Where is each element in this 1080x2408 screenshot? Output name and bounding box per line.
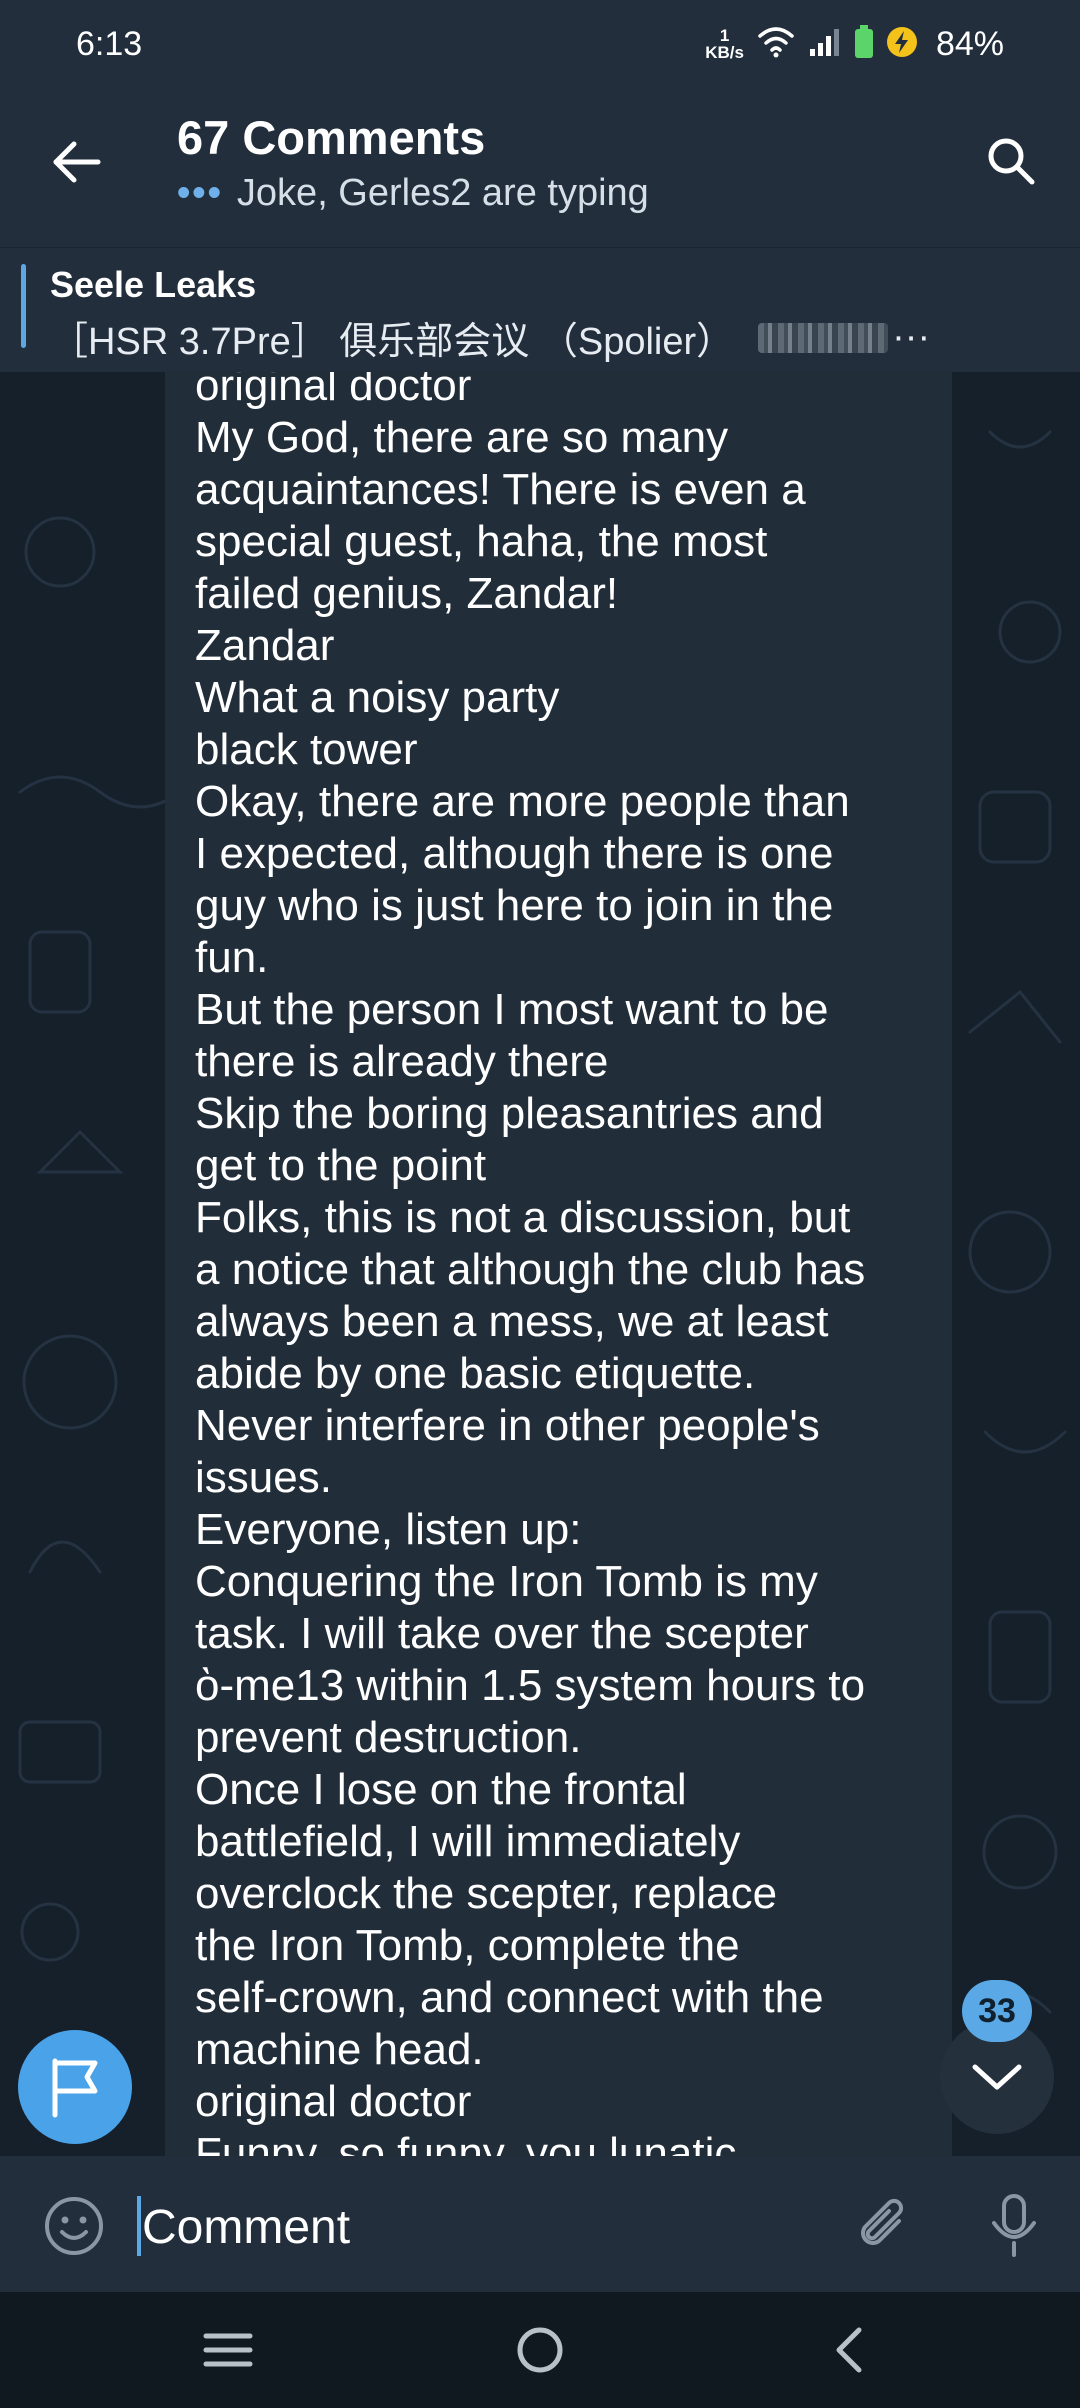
network-speed-unit: KB/s xyxy=(705,43,744,62)
network-speed: 1 KB/s xyxy=(705,27,744,61)
message-line: there is already there xyxy=(195,1037,609,1086)
message-line: special guest, haha, the most xyxy=(195,517,768,566)
message-line: the Iron Tomb, complete the xyxy=(195,1921,740,1970)
microphone-icon xyxy=(992,2194,1036,2257)
typing-dots-icon: ••• xyxy=(177,172,223,214)
message-line: Zandar xyxy=(195,621,335,670)
pinned-ellipsis: ··· xyxy=(892,316,931,358)
search-icon xyxy=(988,138,1035,185)
search-button[interactable] xyxy=(976,126,1046,196)
message-line: get to the point xyxy=(195,1141,487,1190)
comment-input[interactable] xyxy=(142,2192,802,2262)
nav-back-icon xyxy=(836,2327,862,2373)
status-indicators: 1 KB/s 84% xyxy=(705,24,1004,64)
chevron-down-icon xyxy=(972,2064,1022,2090)
battery-percent: 84% xyxy=(935,24,1004,63)
message-line: ὸ-me13 within 1.5 system hours to xyxy=(195,1661,866,1710)
spoiler-blur xyxy=(758,322,889,353)
recents-button[interactable] xyxy=(188,2320,268,2380)
pinned-preview: ［HSR 3.7Pre］ 俱乐部会议 （Spolier） ··· xyxy=(50,310,930,365)
unread-count-badge[interactable]: 33 xyxy=(962,1980,1032,2042)
message-line: battlefield, I will immediately xyxy=(195,1817,741,1866)
message-line: task. I will take over the scepter xyxy=(195,1609,809,1658)
report-flag-button[interactable] xyxy=(18,2030,132,2144)
message-line: Once I lose on the frontal xyxy=(195,1765,687,1814)
flag-icon xyxy=(52,2058,98,2118)
message-bubble[interactable]: original doctor My God, there are so many… xyxy=(165,372,952,2156)
charging-icon xyxy=(886,26,918,63)
text-cursor xyxy=(137,2196,141,2256)
wifi-icon xyxy=(756,26,796,63)
attach-icon xyxy=(861,2198,904,2245)
message-line: Conquering the Iron Tomb is my xyxy=(195,1557,818,1606)
typing-text: Joke, Gerles2 are typing xyxy=(236,172,649,214)
attach-button[interactable] xyxy=(848,2190,920,2262)
home-button[interactable] xyxy=(500,2320,580,2380)
signal-icon xyxy=(808,27,842,62)
message-line: Funny, so funny, you lunatic xyxy=(195,2129,737,2156)
pinned-title: Seele Leaks xyxy=(50,264,257,305)
comment-composer xyxy=(0,2156,1080,2292)
message-line: Okay, there are more people than xyxy=(195,777,850,826)
back-button[interactable] xyxy=(44,130,108,194)
recents-icon xyxy=(203,2333,253,2367)
message-line: I expected, although there is one xyxy=(195,829,834,878)
page-title: 67 Comments xyxy=(177,111,486,164)
message-line: Everyone, listen up: xyxy=(195,1505,582,1554)
message-line: overclock the scepter, replace xyxy=(195,1869,778,1918)
chat-header: 67 Comments ••• Joke, Gerles2 are typing xyxy=(0,88,1080,248)
message-line: Folks, this is not a discussion, but xyxy=(195,1193,851,1242)
message-line: But the person I most want to be xyxy=(195,985,829,1034)
message-line: original doctor xyxy=(195,2077,472,2126)
nav-back-button[interactable] xyxy=(808,2320,888,2380)
pinned-preview-text: ［HSR 3.7Pre］ 俱乐部会议 （Spolier） xyxy=(50,321,735,363)
message-line: black tower xyxy=(195,725,418,774)
message-line: prevent destruction. xyxy=(195,1713,582,1762)
message-line: acquaintances! There is even a xyxy=(195,465,806,514)
typing-status: ••• Joke, Gerles2 are typing xyxy=(177,172,649,215)
back-arrow-icon xyxy=(53,141,101,183)
message-line: Never interfere in other people's xyxy=(195,1401,820,1450)
microphone-button[interactable] xyxy=(978,2190,1050,2262)
pinned-message[interactable]: Seele Leaks ［HSR 3.7Pre］ 俱乐部会议 （Spolier）… xyxy=(0,248,1080,372)
emoji-icon xyxy=(45,2197,103,2255)
network-speed-value: 1 xyxy=(719,26,730,45)
message-line: always been a mess, we at least xyxy=(195,1297,829,1346)
emoji-button[interactable] xyxy=(38,2190,110,2262)
message-text: original doctor My God, there are so many… xyxy=(195,372,935,2156)
message-line: fun. xyxy=(195,933,269,982)
message-line: guy who is just here to join in the xyxy=(195,881,834,930)
message-line: What a noisy party xyxy=(195,673,560,722)
message-line: a notice that although the club has xyxy=(195,1245,866,1294)
message-line: original doctor xyxy=(195,372,472,410)
pinned-indicator xyxy=(21,264,26,348)
home-icon xyxy=(517,2327,563,2373)
message-line: My God, there are so many xyxy=(195,413,729,462)
message-line: self-crown, and connect with the xyxy=(195,1973,824,2022)
message-line: issues. xyxy=(195,1453,332,1502)
message-line: abide by one basic etiquette. xyxy=(195,1349,756,1398)
system-nav-bar xyxy=(0,2292,1080,2408)
message-line: failed genius, Zandar! xyxy=(195,569,619,618)
status-time: 6:13 xyxy=(76,24,143,63)
message-line: machine head. xyxy=(195,2025,484,2074)
message-line: Skip the boring pleasantries and xyxy=(195,1089,824,1138)
battery-icon xyxy=(854,24,874,64)
status-bar: 6:13 1 KB/s 84% xyxy=(0,0,1080,88)
